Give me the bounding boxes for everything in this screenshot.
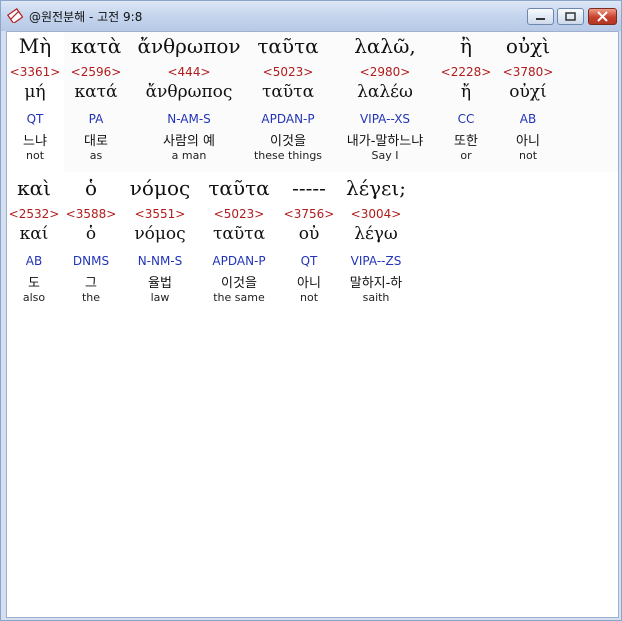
word-korean: 사람의 예: [163, 134, 215, 149]
word-english: not: [518, 149, 538, 162]
word-english: not: [25, 149, 45, 162]
word-greek[interactable]: ὁ: [85, 176, 97, 200]
word-strong: <3361>: [9, 65, 61, 79]
word-parse: APDAN-P: [261, 112, 315, 126]
word-english: Say I: [371, 149, 399, 162]
word-strong: <2980>: [359, 65, 411, 79]
word-korean: 내가-말하느냐: [346, 134, 424, 149]
word-korean: 율법: [148, 276, 172, 291]
word-strong: <5023>: [262, 65, 314, 79]
word-lexeme: ἄνθρωπος: [145, 82, 233, 102]
word-english: also: [22, 291, 46, 304]
word-lexeme: ὁ: [85, 224, 97, 244]
word-parse: APDAN-P: [212, 254, 266, 268]
word-english: a man: [171, 149, 207, 162]
word-greek[interactable]: ταῦτα: [257, 34, 318, 58]
word-english: or: [460, 149, 472, 162]
close-button[interactable]: [588, 8, 617, 25]
word-korean: 아니: [297, 276, 321, 291]
word-strong: <2532>: [8, 207, 60, 221]
word-greek[interactable]: λέγει;: [346, 176, 406, 200]
word-strong: <3780>: [502, 65, 554, 79]
word-english: as: [89, 149, 103, 162]
word-korean: 대로: [84, 134, 108, 149]
word-korean: 말하지-하: [349, 276, 403, 291]
word-parse: PA: [88, 112, 104, 126]
word-greek[interactable]: Μὴ: [19, 34, 51, 58]
maximize-icon: [565, 12, 576, 21]
word-parse: N-AM-S: [167, 112, 211, 126]
word-lexeme: λέγω: [354, 224, 398, 244]
word-english: these things: [253, 149, 323, 162]
word-korean: 도: [28, 276, 40, 291]
word-parse: QT: [300, 254, 318, 268]
word-strong: <5023>: [213, 207, 265, 221]
word-parse: VIPA--XS: [359, 112, 411, 126]
word-greek[interactable]: -----: [292, 176, 326, 200]
word-strong: <2228>: [440, 65, 492, 79]
word-greek[interactable]: νόμος: [130, 176, 190, 200]
app-icon: [7, 8, 23, 23]
window-title: @원전분해 - 고전 9:8: [29, 10, 143, 24]
interlinear-view[interactable]: Μὴ <3361> μή QT 느냐 not κατὰ <2596> κατά PA 대로 as ἄνθ…: [6, 31, 619, 618]
word-parse: N-NM-S: [137, 254, 183, 268]
word-english: law: [150, 291, 170, 304]
word-lexeme: κατά: [74, 82, 118, 102]
app-window: @원전분해 - 고전 9:8 Μὴ <3361> μή QT 느냐 not κατὰ <259…: [0, 0, 622, 621]
word-greek[interactable]: οὐχὶ: [506, 34, 550, 58]
word-strong: <2596>: [70, 65, 122, 79]
word-parse: CC: [457, 112, 475, 126]
title-bar[interactable]: @원전분해 - 고전 9:8: [1, 1, 621, 31]
word-korean: 느냐: [23, 134, 47, 149]
word-english: the: [81, 291, 101, 304]
word-lexeme: ταῦτα: [261, 82, 315, 102]
word-greek[interactable]: ἄνθρωπον: [137, 34, 240, 58]
minimize-button[interactable]: [527, 8, 554, 25]
word-lexeme: ἤ: [460, 82, 472, 102]
maximize-button[interactable]: [557, 8, 584, 25]
word-lexeme: ταῦτα: [212, 224, 266, 244]
word-lexeme: λαλέω: [357, 82, 413, 102]
word-korean: 이것을: [221, 276, 257, 291]
word-lexeme: μή: [24, 82, 46, 102]
word-strong: <3551>: [134, 207, 186, 221]
minimize-icon: [536, 18, 545, 20]
word-strong: <444>: [167, 65, 211, 79]
word-greek[interactable]: ταῦτα: [208, 176, 269, 200]
word-greek[interactable]: καὶ: [17, 176, 51, 200]
word-korean: 이것을: [270, 134, 306, 149]
word-lexeme: οὐ: [298, 224, 320, 244]
word-parse: AB: [25, 254, 43, 268]
word-strong: <3004>: [350, 207, 402, 221]
word-korean: 아니: [516, 134, 540, 149]
word-korean: 그: [85, 276, 97, 291]
word-parse: DNMS: [72, 254, 110, 268]
word-korean: 또한: [454, 134, 478, 149]
word-greek[interactable]: ἢ: [460, 34, 472, 58]
word-strong: <3756>: [283, 207, 335, 221]
word-lexeme: οὐχί: [509, 82, 547, 102]
word-lexeme: νόμος: [134, 224, 186, 244]
word-strong: <3588>: [65, 207, 117, 221]
word-parse: QT: [26, 112, 44, 126]
word-english: the same: [213, 291, 265, 304]
word-parse: AB: [519, 112, 537, 126]
word-parse: VIPA--ZS: [350, 254, 402, 268]
word-english: not: [299, 291, 319, 304]
word-lexeme: καί: [19, 224, 49, 244]
word-english: saith: [362, 291, 390, 304]
word-greek[interactable]: κατὰ: [71, 34, 122, 58]
close-icon: [597, 11, 608, 22]
word-greek[interactable]: λαλῶ,: [354, 34, 416, 58]
